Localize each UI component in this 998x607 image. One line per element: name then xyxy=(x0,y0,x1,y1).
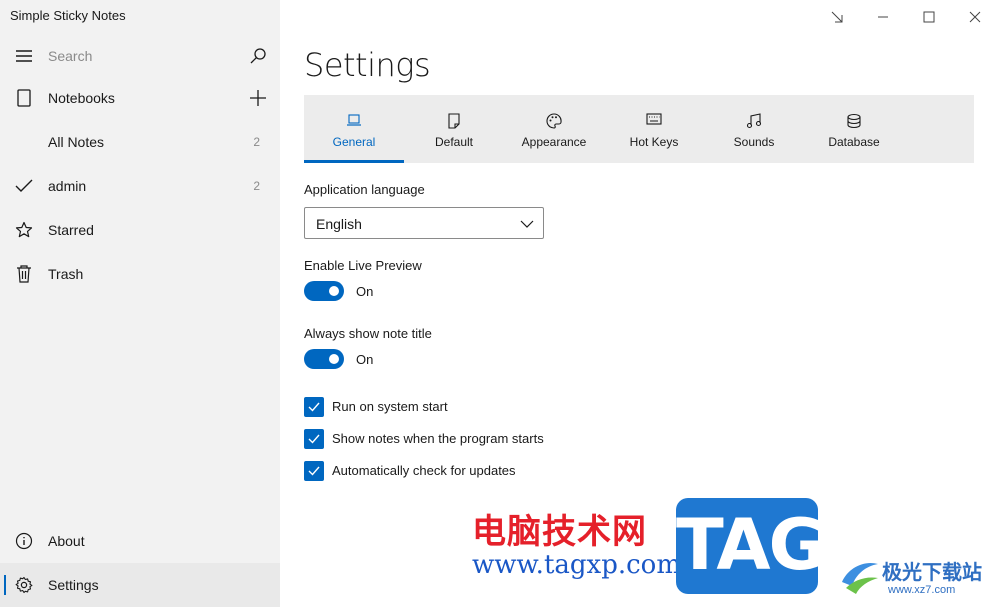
auto-update-label[interactable]: Automatically check for updates xyxy=(332,463,516,478)
tab-label: Database xyxy=(828,135,880,149)
tab-general[interactable]: General xyxy=(304,95,404,163)
keyboard-icon xyxy=(604,113,704,131)
checkmark-icon xyxy=(14,176,34,196)
watermark-site-url: www.xz7.com xyxy=(888,584,956,596)
sidebar-item-notebooks[interactable]: Notebooks xyxy=(0,76,280,120)
trash-icon xyxy=(14,264,34,284)
watermark-site-cn: 极光下载站 xyxy=(882,560,982,584)
add-notebook-plus-icon[interactable] xyxy=(248,88,268,108)
sidebar-item-label: Notebooks xyxy=(48,90,115,106)
selection-indicator xyxy=(4,575,6,595)
note-count: 2 xyxy=(253,135,260,149)
watermark-cn-text: 电脑技术网 xyxy=(472,512,647,552)
note-title-toggle[interactable] xyxy=(304,349,344,369)
sidebar-item-label: All Notes xyxy=(48,134,105,150)
watermark-url: www.tagxp.com xyxy=(472,550,681,580)
note-title-state: On xyxy=(356,352,374,367)
auto-update-checkbox[interactable] xyxy=(304,461,324,481)
language-select[interactable]: English xyxy=(304,207,544,239)
watermark-tag-logo: TAG xyxy=(676,498,826,594)
sidebar-item-label: Starred xyxy=(48,222,94,238)
sidebar-item-label: Trash xyxy=(48,266,84,282)
tab-label: General xyxy=(332,135,376,149)
toggle-knob xyxy=(329,354,339,364)
search-row[interactable]: Search xyxy=(0,34,280,78)
check-icon xyxy=(308,466,320,476)
minimize-icon xyxy=(878,16,888,18)
tab-database[interactable]: Database xyxy=(804,95,904,163)
active-tab-indicator xyxy=(304,160,404,163)
language-selected-value: English xyxy=(316,216,362,232)
chevron-down-icon xyxy=(519,216,535,232)
close-button[interactable] xyxy=(952,4,998,30)
tab-hot-keys[interactable]: Hot Keys xyxy=(604,95,704,163)
sidebar-item-admin[interactable]: admin 2 xyxy=(0,164,280,208)
note-count: 2 xyxy=(253,179,260,193)
minimize-button[interactable] xyxy=(860,4,906,30)
sidebar-item-settings[interactable]: Settings xyxy=(0,563,280,607)
show-notes-on-start-label[interactable]: Show notes when the program starts xyxy=(332,431,544,446)
search-icon[interactable] xyxy=(248,46,268,66)
app-title: Simple Sticky Notes xyxy=(10,8,126,23)
maximize-icon xyxy=(923,11,935,23)
laptop-icon xyxy=(304,113,404,131)
toggle-knob xyxy=(329,286,339,296)
live-preview-toggle[interactable] xyxy=(304,281,344,301)
music-icon xyxy=(704,113,804,131)
live-preview-state: On xyxy=(356,284,374,299)
check-icon xyxy=(308,402,320,412)
palette-icon xyxy=(504,113,604,131)
show-notes-on-start-checkbox[interactable] xyxy=(304,429,324,449)
search-input[interactable]: Search xyxy=(48,48,92,64)
sidebar-item-label: About xyxy=(48,533,85,549)
gear-icon xyxy=(14,575,34,595)
sidebar: Simple Sticky Notes Search Notebooks All… xyxy=(0,0,280,607)
note-icon xyxy=(404,113,504,131)
run-on-start-label[interactable]: Run on system start xyxy=(332,399,448,414)
sidebar-item-all-notes[interactable]: All Notes 2 xyxy=(0,120,280,164)
language-label: Application language xyxy=(304,182,425,197)
resize-arrow-icon xyxy=(831,11,843,23)
notebook-icon xyxy=(14,88,34,108)
star-icon xyxy=(14,220,34,240)
database-icon xyxy=(804,113,904,131)
note-title-label: Always show note title xyxy=(304,326,432,341)
tab-sounds[interactable]: Sounds xyxy=(704,95,804,163)
tab-label: Default xyxy=(434,135,474,149)
tab-default[interactable]: Default xyxy=(404,95,504,163)
sidebar-item-label: admin xyxy=(48,178,87,194)
sidebar-item-label: Settings xyxy=(48,577,99,593)
info-icon xyxy=(14,531,34,551)
run-on-start-checkbox[interactable] xyxy=(304,397,324,417)
sidebar-item-trash[interactable]: Trash xyxy=(0,252,280,296)
tab-appearance[interactable]: Appearance xyxy=(504,95,604,163)
sidebar-item-about[interactable]: About xyxy=(0,519,280,563)
tab-label: Sounds xyxy=(733,135,775,149)
tab-label: Appearance xyxy=(521,135,587,149)
settings-tab-bar: General Default Appearance Hot Keys Soun… xyxy=(304,95,974,163)
hamburger-menu-icon[interactable] xyxy=(14,46,34,66)
sidebar-item-starred[interactable]: Starred xyxy=(0,208,280,252)
check-icon xyxy=(308,434,320,444)
maximize-button[interactable] xyxy=(906,4,952,30)
live-preview-label: Enable Live Preview xyxy=(304,258,422,273)
page-title: Settings xyxy=(304,46,431,84)
tab-label: Hot Keys xyxy=(629,135,679,149)
compact-overlay-button[interactable] xyxy=(814,4,860,30)
watermark-tag-text: TAG xyxy=(676,504,826,586)
aurora-logo-icon xyxy=(842,562,878,594)
close-icon xyxy=(969,11,981,23)
